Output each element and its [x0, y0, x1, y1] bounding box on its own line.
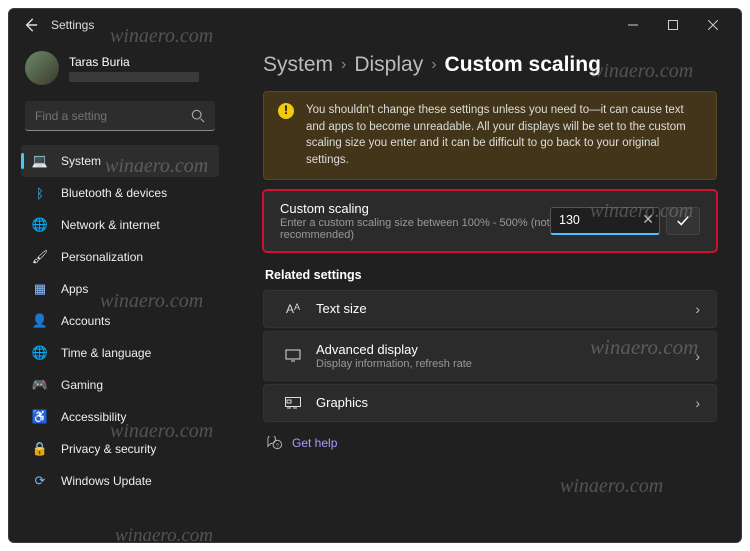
sidebar-item-system[interactable]: 💻 System: [21, 145, 219, 177]
sidebar-item-label: Privacy & security: [61, 442, 156, 456]
check-icon: [676, 214, 690, 228]
user-block[interactable]: Taras Buria: [25, 51, 215, 85]
apps-icon: ▦: [31, 280, 49, 298]
breadcrumb-system[interactable]: System: [263, 53, 333, 77]
sidebar-item-gaming[interactable]: 🎮 Gaming: [21, 369, 219, 401]
sidebar-item-accounts[interactable]: 👤 Accounts: [21, 305, 219, 337]
network-icon: 🌐: [31, 216, 49, 234]
system-icon: 💻: [31, 152, 49, 170]
sidebar-item-label: Windows Update: [61, 474, 152, 488]
title-bar: Settings: [9, 9, 741, 41]
custom-scaling-row: Custom scaling Enter a custom scaling si…: [263, 190, 717, 252]
get-help-label: Get help: [292, 436, 337, 450]
sidebar-item-personalization[interactable]: 🖌 Personalization: [21, 241, 219, 273]
clear-input-button[interactable]: ✕: [642, 211, 654, 228]
text-size-title: Text size: [316, 301, 687, 316]
window-title: Settings: [51, 18, 94, 32]
svg-text:?: ?: [276, 443, 279, 449]
display-icon: [280, 349, 306, 363]
breadcrumb: System › Display › Custom scaling: [263, 53, 717, 77]
nav-list: 💻 System ᛒ Bluetooth & devices 🌐 Network & …: [21, 145, 219, 497]
accounts-icon: 👤: [31, 312, 49, 330]
related-settings-header: Related settings: [265, 268, 717, 282]
breadcrumb-display[interactable]: Display: [354, 53, 423, 77]
back-button[interactable]: [17, 11, 45, 39]
close-button[interactable]: [693, 11, 733, 39]
sidebar-item-accessibility[interactable]: ♿ Accessibility: [21, 401, 219, 433]
user-email-redacted: [69, 72, 199, 82]
chevron-right-icon: ›: [695, 301, 700, 317]
get-help-link[interactable]: ? Get help: [267, 436, 717, 451]
accessibility-icon: ♿: [31, 408, 49, 426]
minimize-button[interactable]: [613, 11, 653, 39]
sidebar-item-label: Gaming: [61, 378, 103, 392]
sidebar-item-time[interactable]: 🌐 Time & language: [21, 337, 219, 369]
sidebar-item-bluetooth[interactable]: ᛒ Bluetooth & devices: [21, 177, 219, 209]
sidebar-item-label: Accounts: [61, 314, 110, 328]
sidebar-item-label: Personalization: [61, 250, 143, 264]
sidebar-item-label: Time & language: [61, 346, 151, 360]
custom-scaling-title: Custom scaling: [280, 201, 550, 216]
settings-window: Settings Taras Buria 💻System ᛒBluetooth: [8, 8, 742, 543]
sidebar: Taras Buria 💻 System ᛒ Bluetooth & devices…: [9, 41, 229, 542]
advanced-display-row[interactable]: Advanced display Display information, re…: [263, 331, 717, 381]
warning-icon: !: [278, 103, 294, 119]
advanced-display-title: Advanced display: [316, 342, 687, 357]
sidebar-item-label: System: [61, 154, 101, 168]
chevron-right-icon: ›: [695, 395, 700, 411]
chevron-right-icon: ›: [695, 348, 700, 364]
maximize-button[interactable]: [653, 11, 693, 39]
maximize-icon: [668, 20, 678, 30]
close-icon: [708, 20, 718, 30]
advanced-display-sub: Display information, refresh rate: [316, 358, 687, 370]
search-icon: [191, 109, 205, 123]
graphics-row[interactable]: Graphics ›: [263, 384, 717, 422]
breadcrumb-current: Custom scaling: [445, 53, 601, 77]
avatar: [25, 51, 59, 85]
main-content: System › Display › Custom scaling ! You …: [229, 41, 741, 542]
custom-scaling-subtitle: Enter a custom scaling size between 100%…: [280, 217, 550, 241]
back-arrow-icon: [24, 18, 38, 32]
user-name: Taras Buria: [69, 55, 199, 69]
search-box[interactable]: [25, 101, 215, 131]
minimize-icon: [628, 20, 638, 30]
text-size-row[interactable]: AA Text size ›: [263, 290, 717, 328]
time-icon: 🌐: [31, 344, 49, 362]
chevron-right-icon: ›: [431, 56, 436, 74]
help-icon: ?: [267, 436, 282, 451]
chevron-right-icon: ›: [341, 56, 346, 74]
graphics-icon: [280, 397, 306, 409]
warning-text: You shouldn't change these settings unle…: [306, 102, 702, 169]
sidebar-item-label: Network & internet: [61, 218, 160, 232]
text-size-icon: AA: [280, 302, 306, 316]
update-icon: ⟳: [31, 472, 49, 490]
search-input[interactable]: [35, 109, 191, 123]
graphics-title: Graphics: [316, 395, 687, 410]
sidebar-item-label: Bluetooth & devices: [61, 186, 167, 200]
gaming-icon: 🎮: [31, 376, 49, 394]
warning-banner: ! You shouldn't change these settings un…: [263, 91, 717, 180]
bluetooth-icon: ᛒ: [31, 184, 49, 202]
privacy-icon: 🔒: [31, 440, 49, 458]
sidebar-item-apps[interactable]: ▦ Apps: [21, 273, 219, 305]
window-controls: [613, 11, 733, 39]
sidebar-item-label: Accessibility: [61, 410, 126, 424]
confirm-button[interactable]: [666, 207, 700, 235]
sidebar-item-label: Apps: [61, 282, 88, 296]
sidebar-item-privacy[interactable]: 🔒 Privacy & security: [21, 433, 219, 465]
sidebar-item-update[interactable]: ⟳ Windows Update: [21, 465, 219, 497]
sidebar-item-network[interactable]: 🌐 Network & internet: [21, 209, 219, 241]
personalization-icon: 🖌: [31, 248, 49, 266]
